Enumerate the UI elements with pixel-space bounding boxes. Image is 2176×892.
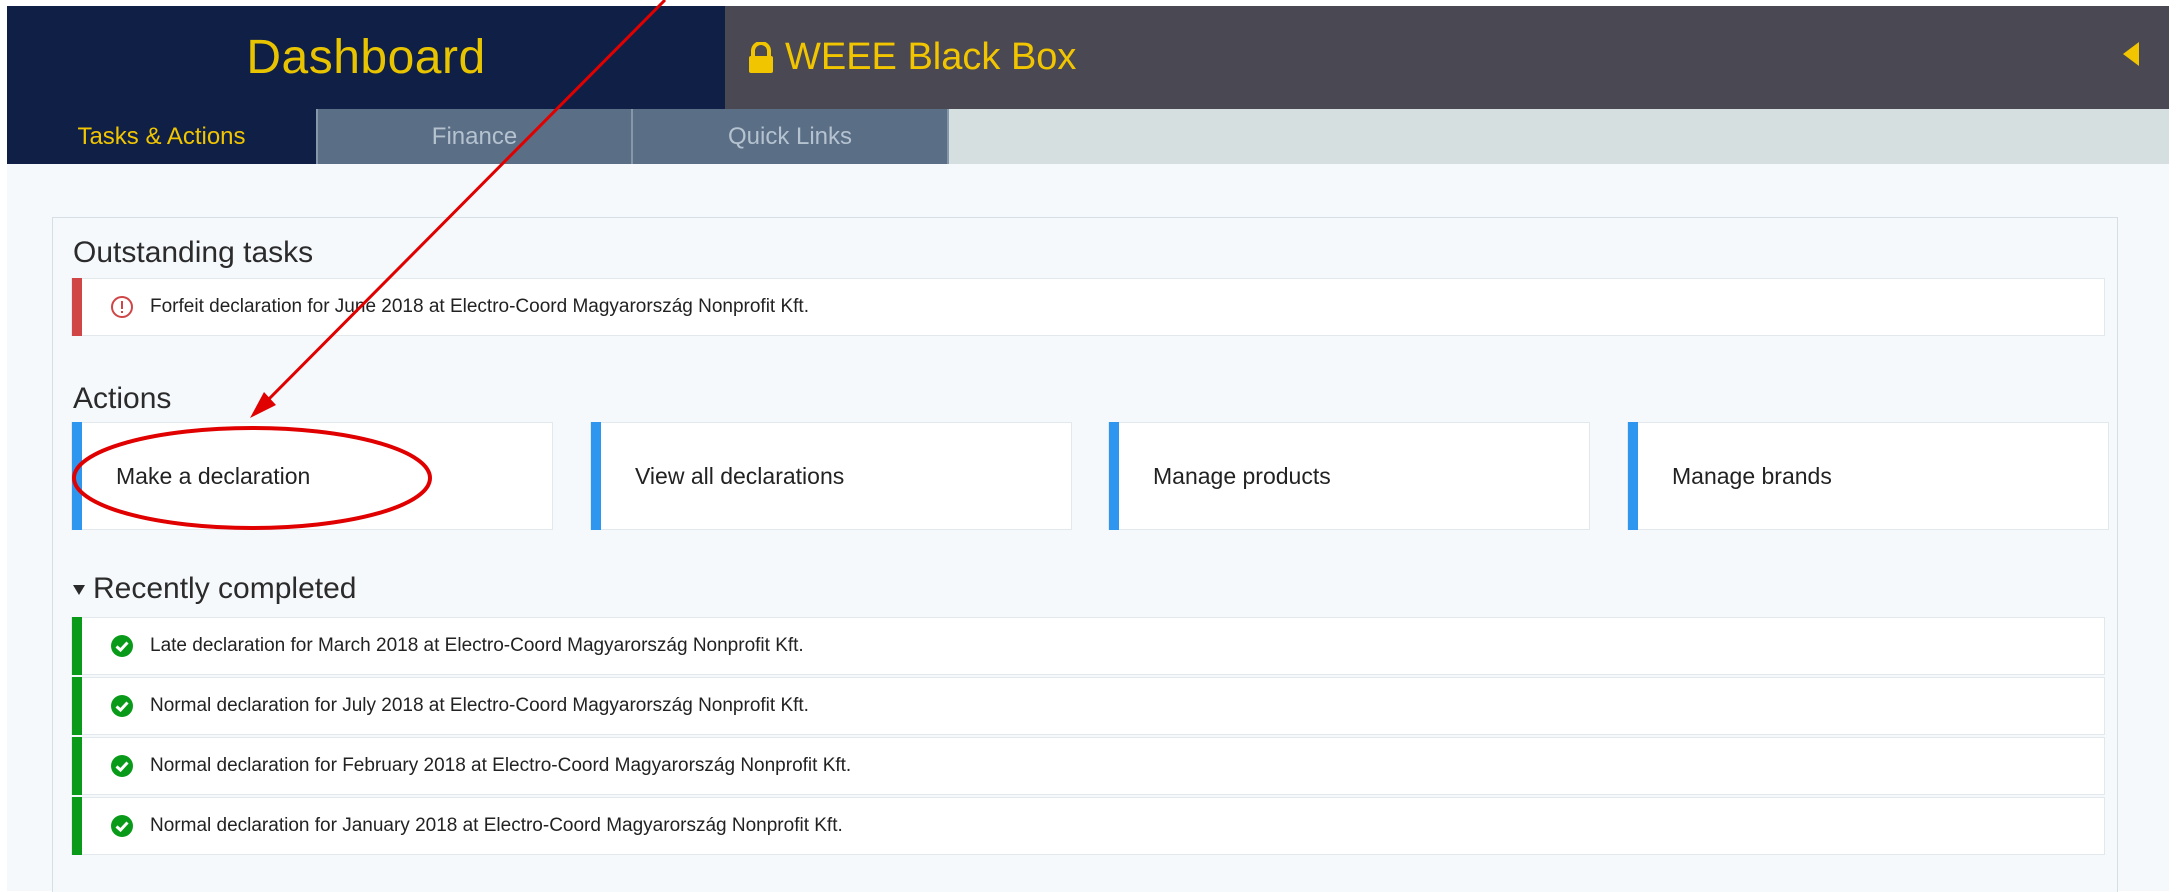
outstanding-title: Outstanding tasks — [73, 236, 314, 269]
tab-tasks-actions[interactable]: Tasks & Actions — [7, 109, 318, 164]
manage-brands-button[interactable]: Manage brands — [1627, 422, 2109, 530]
status-bar — [72, 797, 82, 855]
task-text: Late declaration for March 2018 at Elect… — [150, 635, 804, 656]
check-circle-icon — [110, 694, 134, 718]
status-bar — [72, 617, 82, 675]
tab-finance[interactable]: Finance — [318, 109, 633, 164]
page-title: Dashboard — [246, 31, 486, 84]
main-panel: Outstanding tasks Forfeit declaration fo… — [52, 217, 2118, 892]
task-text: Normal declaration for January 2018 at E… — [150, 815, 843, 836]
task-text: Normal declaration for July 2018 at Elec… — [150, 695, 809, 716]
dashboard-header: Dashboard — [7, 6, 725, 109]
tab-label: Finance — [431, 122, 518, 150]
task-text: Normal declaration for February 2018 at … — [150, 755, 852, 776]
tab-bar: Tasks & Actions Finance Quick Links — [7, 109, 2169, 164]
lock-icon — [749, 41, 773, 73]
brand-name: WEEE Black Box — [785, 36, 1077, 78]
action-accent — [72, 422, 82, 530]
action-accent — [1109, 422, 1119, 530]
completed-task-row[interactable]: Normal declaration for July 2018 at Elec… — [71, 677, 2105, 735]
recent-title: Recently completed — [93, 572, 357, 605]
action-label: View all declarations — [635, 462, 845, 489]
status-bar — [72, 278, 82, 336]
completed-task-row[interactable]: Normal declaration for February 2018 at … — [71, 737, 2105, 795]
brand-bar: WEEE Black Box — [725, 6, 2169, 109]
manage-products-button[interactable]: Manage products — [1108, 422, 1590, 530]
make-declaration-button[interactable]: Make a declaration — [71, 422, 553, 530]
completed-task-row[interactable]: Late declaration for March 2018 at Elect… — [71, 617, 2105, 675]
caret-down-icon — [73, 585, 85, 595]
actions-title: Actions — [73, 382, 172, 415]
brand: WEEE Black Box — [747, 36, 1076, 79]
tab-label: Tasks & Actions — [77, 122, 246, 150]
caret-left-icon[interactable] — [2123, 42, 2139, 66]
status-bar — [72, 677, 82, 735]
check-circle-icon — [110, 754, 134, 778]
action-label: Manage products — [1153, 462, 1331, 489]
action-label: Make a declaration — [116, 462, 311, 489]
check-circle-icon — [110, 814, 134, 838]
recently-completed-toggle[interactable]: Recently completed — [73, 572, 356, 606]
action-label: Manage brands — [1672, 462, 1832, 489]
view-all-declarations-button[interactable]: View all declarations — [590, 422, 1072, 530]
warning-circle-icon — [110, 295, 134, 319]
status-bar — [72, 737, 82, 795]
tab-quick-links[interactable]: Quick Links — [633, 109, 949, 164]
action-accent — [591, 422, 601, 530]
action-accent — [1628, 422, 1638, 530]
completed-task-row[interactable]: Normal declaration for January 2018 at E… — [71, 797, 2105, 855]
task-text: Forfeit declaration for June 2018 at Ele… — [150, 296, 809, 317]
check-circle-icon — [110, 634, 134, 658]
outstanding-task-row[interactable]: Forfeit declaration for June 2018 at Ele… — [71, 278, 2105, 336]
tab-label: Quick Links — [727, 122, 853, 150]
